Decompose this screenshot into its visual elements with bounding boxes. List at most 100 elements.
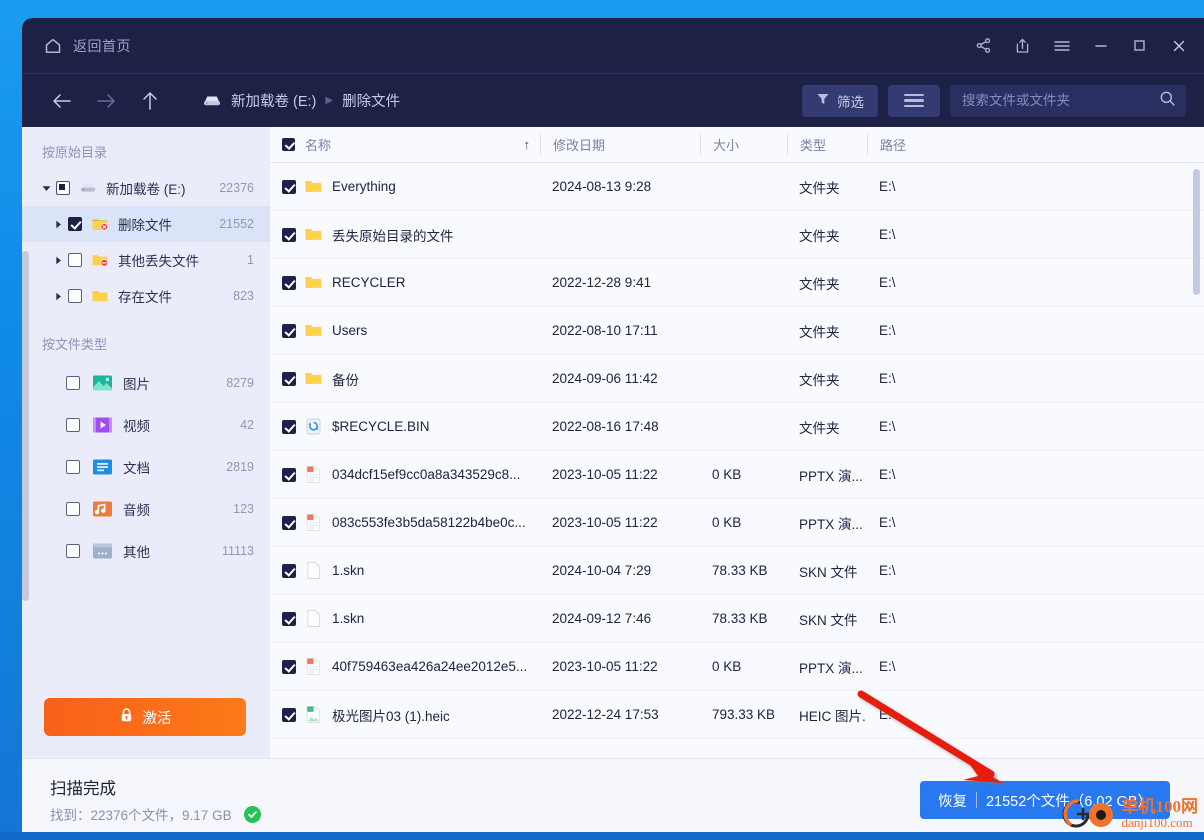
checkbox-row[interactable] <box>282 179 296 194</box>
table-scrollbar[interactable] <box>1193 169 1200 295</box>
file-name: 1.skn <box>332 611 365 626</box>
checkbox-row[interactable] <box>282 659 296 674</box>
cell-name[interactable]: 极光图片03 (1).heic <box>270 705 540 725</box>
forward-button[interactable] <box>92 87 120 115</box>
checkbox-row[interactable] <box>282 323 296 338</box>
checkbox-row[interactable] <box>282 563 296 578</box>
file-name: 083c553fe3b5da58122b4be0c... <box>332 515 526 530</box>
cell-size: 78.33 KB <box>700 611 787 626</box>
checkbox-deleted-files[interactable] <box>68 217 82 231</box>
checkbox-volume[interactable] <box>56 181 70 195</box>
cell-name[interactable]: $RECYCLE.BIN <box>270 417 540 436</box>
checkbox-row[interactable] <box>282 227 296 242</box>
table-row[interactable]: 极光图片03 (1).heic 2022-12-24 17:53 793.33 KB… <box>270 691 1204 739</box>
cell-name[interactable]: 034dcf15ef9cc0a8a343529c8... <box>270 465 540 484</box>
checkbox-row[interactable] <box>282 515 296 530</box>
list-view-button[interactable] <box>888 84 940 117</box>
checkbox-row[interactable] <box>282 707 296 722</box>
chevron-right-icon[interactable] <box>48 256 68 265</box>
cell-name[interactable]: 083c553fe3b5da58122b4be0c... <box>270 513 540 532</box>
filter-button[interactable]: 筛选 <box>802 84 878 117</box>
export-icon[interactable] <box>1003 26 1042 66</box>
search-icon[interactable] <box>1159 90 1176 112</box>
checkbox-videos[interactable] <box>66 418 80 432</box>
activate-button[interactable]: 激活 <box>44 698 246 736</box>
file-date: 2024-09-12 7:46 <box>552 611 652 626</box>
table-header-type[interactable]: 类型 <box>787 133 867 156</box>
other-type-icon <box>92 542 113 560</box>
cell-name[interactable]: 1.skn <box>270 561 540 580</box>
checkbox-documents[interactable] <box>66 460 80 474</box>
sidebar-tree-item-other-lost[interactable]: 其他丢失文件 1 <box>22 242 270 278</box>
menu-icon[interactable] <box>1042 26 1081 66</box>
file-path: E:\ <box>879 419 896 434</box>
table-row[interactable]: Everything 2024-08-13 9:28 文件夹 E:\ <box>270 163 1204 211</box>
checkbox-existing-files[interactable] <box>68 289 82 303</box>
checkbox-audio[interactable] <box>66 502 80 516</box>
file-type: 文件夹 <box>799 228 840 244</box>
minimize-icon[interactable] <box>1081 26 1120 66</box>
checkbox-images[interactable] <box>66 376 80 390</box>
checkbox-row[interactable] <box>282 611 296 626</box>
table-row[interactable]: $RECYCLE.BIN 2022-08-16 17:48 文件夹 E:\ <box>270 403 1204 451</box>
maximize-icon[interactable] <box>1120 26 1159 66</box>
chevron-right-icon[interactable] <box>48 220 68 229</box>
sidebar-tree-item-deleted-files[interactable]: 删除文件 21552 <box>22 206 270 242</box>
cell-name[interactable]: Everything <box>270 177 540 196</box>
sidebar-filetype-videos[interactable]: 视频 42 <box>22 404 270 446</box>
sidebar-filetype-images[interactable]: 图片 8279 <box>22 362 270 404</box>
breadcrumb-item-1[interactable]: 删除文件 <box>342 90 400 111</box>
sidebar-tree-item-existing-files[interactable]: 存在文件 823 <box>22 278 270 314</box>
table-row[interactable]: 034dcf15ef9cc0a8a343529c8... 2023-10-05 1… <box>270 451 1204 499</box>
checkbox-other-lost[interactable] <box>68 253 82 267</box>
table-header-path[interactable]: 路径 <box>867 133 1204 156</box>
table-header-name[interactable]: 名称 ↑ <box>270 134 540 156</box>
checkbox-row[interactable] <box>282 419 296 434</box>
breadcrumb-item-0[interactable]: 新加载卷 (E:) <box>231 90 316 111</box>
share-icon[interactable] <box>964 26 1003 66</box>
cell-date: 2024-09-06 11:42 <box>540 371 700 386</box>
table-row[interactable]: 083c553fe3b5da58122b4be0c... 2023-10-05 1… <box>270 499 1204 547</box>
checkbox-row[interactable] <box>282 371 296 386</box>
chevron-right-icon[interactable] <box>48 292 68 301</box>
table-row[interactable]: 1.skn 2024-09-12 7:46 78.33 KB SKN 文件 E:\ <box>270 595 1204 643</box>
table-row[interactable]: Users 2022-08-10 17:11 文件夹 E:\ <box>270 307 1204 355</box>
checkbox-row[interactable] <box>282 275 296 290</box>
home-button[interactable]: 返回首页 <box>22 36 131 56</box>
cell-name[interactable]: 1.skn <box>270 609 540 628</box>
back-button[interactable] <box>48 87 76 115</box>
cell-name[interactable]: 丢失原始目录的文件 <box>270 225 540 245</box>
sidebar-tree-count: 21552 <box>219 217 254 231</box>
sidebar-filetype-other[interactable]: 其他 11113 <box>22 530 270 572</box>
cell-type: 文件夹 <box>787 321 867 341</box>
sort-ascending-icon[interactable]: ↑ <box>524 137 531 152</box>
close-icon[interactable] <box>1159 26 1198 66</box>
cell-path: E:\ <box>867 611 1204 626</box>
cell-name[interactable]: RECYCLER <box>270 273 540 292</box>
cell-path: E:\ <box>867 515 1204 530</box>
table-header-size[interactable]: 大小 <box>700 133 787 156</box>
cell-name[interactable]: 备份 <box>270 369 540 389</box>
cell-type: PPTX 演... <box>787 465 867 485</box>
table-row[interactable]: 备份 2024-09-06 11:42 文件夹 E:\ <box>270 355 1204 403</box>
checkbox-other[interactable] <box>66 544 80 558</box>
checkbox-row[interactable] <box>282 467 296 482</box>
sidebar-scroll-area: 按原始目录 新加载卷 (E:) 22376 删除文件 21552 其他丢失文件 … <box>22 127 270 684</box>
sidebar-filetype-documents[interactable]: 文档 2819 <box>22 446 270 488</box>
table-header-date[interactable]: 修改日期 <box>540 133 700 156</box>
folder-icon <box>304 225 323 244</box>
sidebar-filetype-audio[interactable]: 音频 123 <box>22 488 270 530</box>
table-row[interactable]: RECYCLER 2022-12-28 9:41 文件夹 E:\ <box>270 259 1204 307</box>
cell-name[interactable]: 40f759463ea426a24ee2012e5... <box>270 657 540 676</box>
table-row[interactable]: 1.skn 2024-10-04 7:29 78.33 KB SKN 文件 E:\ <box>270 547 1204 595</box>
table-row[interactable]: 40f759463ea426a24ee2012e5... 2023-10-05 1… <box>270 643 1204 691</box>
sidebar-tree-item-volume[interactable]: 新加载卷 (E:) 22376 <box>22 170 270 206</box>
table-row[interactable]: 丢失原始目录的文件 文件夹 E:\ <box>270 211 1204 259</box>
video-type-icon <box>92 416 113 434</box>
checkbox-select-all[interactable] <box>282 138 295 151</box>
up-button[interactable] <box>136 87 164 115</box>
chevron-down-icon[interactable] <box>36 184 56 193</box>
search-box[interactable] <box>950 84 1186 117</box>
cell-name[interactable]: Users <box>270 321 540 340</box>
search-input[interactable] <box>962 93 1159 108</box>
